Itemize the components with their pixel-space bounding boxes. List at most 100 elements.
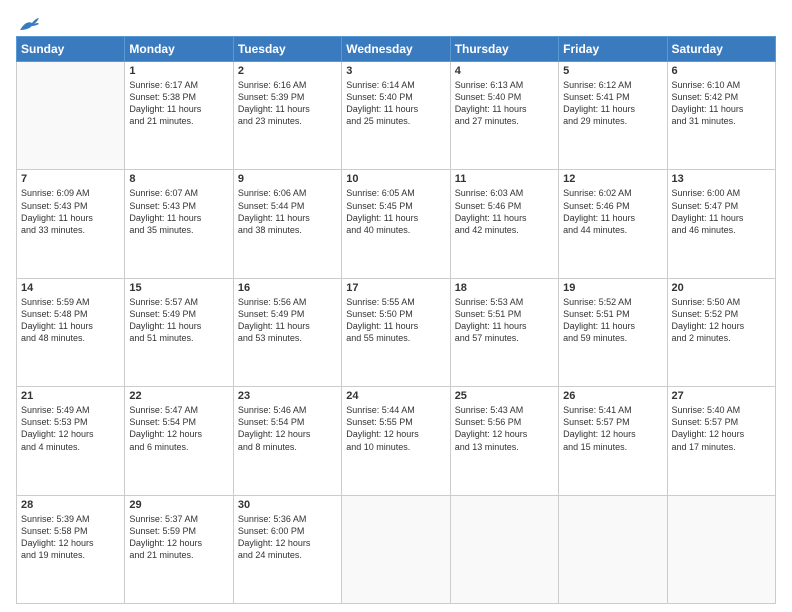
day-number: 9: [238, 173, 337, 185]
cell-info: Sunrise: 6:10 AM Sunset: 5:42 PM Dayligh…: [672, 79, 771, 128]
day-number: 30: [238, 499, 337, 511]
page: SundayMondayTuesdayWednesdayThursdayFrid…: [0, 0, 792, 612]
day-number: 19: [563, 282, 662, 294]
day-number: 22: [129, 390, 228, 402]
cell-info: Sunrise: 5:53 AM Sunset: 5:51 PM Dayligh…: [455, 296, 554, 345]
calendar-cell: 15 Sunrise: 5:57 AM Sunset: 5:49 PM Dayli…: [125, 278, 233, 386]
week-row-3: 21Sunrise: 5:49 AM Sunset: 5:53 PM Dayli…: [17, 387, 776, 495]
cell-info: Sunrise: 5:47 AM Sunset: 5:54 PM Dayligh…: [129, 404, 228, 453]
calendar-cell: 14 Sunrise: 5:59 AM Sunset: 5:48 PM Dayli…: [17, 278, 125, 386]
cell-info: Sunrise: 5:40 AM Sunset: 5:57 PM Dayligh…: [672, 404, 771, 453]
calendar-cell: [342, 495, 450, 603]
day-number: 14: [21, 282, 120, 294]
day-number: 27: [672, 390, 771, 402]
calendar-cell: 6 Sunrise: 6:10 AM Sunset: 5:42 PM Daylig…: [667, 62, 775, 170]
cell-info: Sunrise: 6:05 AM Sunset: 5:45 PM Dayligh…: [346, 187, 445, 236]
calendar-cell: [17, 62, 125, 170]
cell-info: Sunrise: 5:37 AM Sunset: 5:59 PM Dayligh…: [129, 513, 228, 562]
cell-info: Sunrise: 5:50 AM Sunset: 5:52 PM Dayligh…: [672, 296, 771, 345]
calendar-cell: 10 Sunrise: 6:05 AM Sunset: 5:45 PM Dayli…: [342, 170, 450, 278]
cell-info: Sunrise: 6:12 AM Sunset: 5:41 PM Dayligh…: [563, 79, 662, 128]
calendar-cell: 26 Sunrise: 5:41 AM Sunset: 5:57 PM Dayli…: [559, 387, 667, 495]
day-number: 6: [672, 65, 771, 77]
calendar-cell: 30 Sunrise: 5:36 AM Sunset: 6:00 PM Dayli…: [233, 495, 341, 603]
calendar-cell: 24 Sunrise: 5:44 AM Sunset: 5:55 PM Dayli…: [342, 387, 450, 495]
cell-info: Sunrise: 5:55 AM Sunset: 5:50 PM Dayligh…: [346, 296, 445, 345]
calendar-cell: 17 Sunrise: 5:55 AM Sunset: 5:50 PM Dayli…: [342, 278, 450, 386]
cell-info: Sunrise: 5:46 AM Sunset: 5:54 PM Dayligh…: [238, 404, 337, 453]
col-header-thursday: Thursday: [450, 37, 558, 62]
calendar-cell: 27 Sunrise: 5:40 AM Sunset: 5:57 PM Dayli…: [667, 387, 775, 495]
cell-info: Sunrise: 6:13 AM Sunset: 5:40 PM Dayligh…: [455, 79, 554, 128]
cell-info: Sunrise: 5:43 AM Sunset: 5:56 PM Dayligh…: [455, 404, 554, 453]
col-header-monday: Monday: [125, 37, 233, 62]
day-number: 13: [672, 173, 771, 185]
cell-info: Sunrise: 6:03 AM Sunset: 5:46 PM Dayligh…: [455, 187, 554, 236]
calendar-cell: 22 Sunrise: 5:47 AM Sunset: 5:54 PM Dayli…: [125, 387, 233, 495]
cell-info: Sunrise: 5:41 AM Sunset: 5:57 PM Dayligh…: [563, 404, 662, 453]
day-number: 2: [238, 65, 337, 77]
cell-info: Sunrise: 5:57 AM Sunset: 5:49 PM Dayligh…: [129, 296, 228, 345]
calendar-cell: 9 Sunrise: 6:06 AM Sunset: 5:44 PM Daylig…: [233, 170, 341, 278]
calendar-cell: 12 Sunrise: 6:02 AM Sunset: 5:46 PM Dayli…: [559, 170, 667, 278]
calendar-cell: [559, 495, 667, 603]
cell-info: Sunrise: 5:56 AM Sunset: 5:49 PM Dayligh…: [238, 296, 337, 345]
day-number: 17: [346, 282, 445, 294]
cell-info: Sunrise: 6:17 AM Sunset: 5:38 PM Dayligh…: [129, 79, 228, 128]
cell-info: Sunrise: 5:49 AM Sunset: 5:53 PM Dayligh…: [21, 404, 120, 453]
day-number: 11: [455, 173, 554, 185]
calendar-cell: 3Sunrise: 6:14 AM Sunset: 5:40 PM Daylig…: [342, 62, 450, 170]
day-number: 5: [563, 65, 662, 77]
day-number: 24: [346, 390, 445, 402]
calendar-cell: 29Sunrise: 5:37 AM Sunset: 5:59 PM Dayli…: [125, 495, 233, 603]
week-row-1: 7Sunrise: 6:09 AM Sunset: 5:43 PM Daylig…: [17, 170, 776, 278]
cell-info: Sunrise: 5:39 AM Sunset: 5:58 PM Dayligh…: [21, 513, 120, 562]
col-header-saturday: Saturday: [667, 37, 775, 62]
calendar-cell: 25 Sunrise: 5:43 AM Sunset: 5:56 PM Dayli…: [450, 387, 558, 495]
calendar-cell: 19 Sunrise: 5:52 AM Sunset: 5:51 PM Dayli…: [559, 278, 667, 386]
calendar-cell: 8Sunrise: 6:07 AM Sunset: 5:43 PM Daylig…: [125, 170, 233, 278]
col-header-friday: Friday: [559, 37, 667, 62]
day-number: 18: [455, 282, 554, 294]
calendar-cell: 28 Sunrise: 5:39 AM Sunset: 5:58 PM Dayli…: [17, 495, 125, 603]
cell-info: Sunrise: 5:59 AM Sunset: 5:48 PM Dayligh…: [21, 296, 120, 345]
calendar-cell: 18 Sunrise: 5:53 AM Sunset: 5:51 PM Dayli…: [450, 278, 558, 386]
day-number: 12: [563, 173, 662, 185]
calendar-cell: [450, 495, 558, 603]
week-row-2: 14 Sunrise: 5:59 AM Sunset: 5:48 PM Dayli…: [17, 278, 776, 386]
calendar-cell: 2 Sunrise: 6:16 AM Sunset: 5:39 PM Daylig…: [233, 62, 341, 170]
cell-info: Sunrise: 5:52 AM Sunset: 5:51 PM Dayligh…: [563, 296, 662, 345]
day-number: 20: [672, 282, 771, 294]
calendar-header-row: SundayMondayTuesdayWednesdayThursdayFrid…: [17, 37, 776, 62]
cell-info: Sunrise: 5:36 AM Sunset: 6:00 PM Dayligh…: [238, 513, 337, 562]
week-row-4: 28 Sunrise: 5:39 AM Sunset: 5:58 PM Dayli…: [17, 495, 776, 603]
calendar-cell: 13 Sunrise: 6:00 AM Sunset: 5:47 PM Dayli…: [667, 170, 775, 278]
calendar-cell: 7Sunrise: 6:09 AM Sunset: 5:43 PM Daylig…: [17, 170, 125, 278]
calendar-cell: 16 Sunrise: 5:56 AM Sunset: 5:49 PM Dayli…: [233, 278, 341, 386]
cell-info: Sunrise: 5:44 AM Sunset: 5:55 PM Dayligh…: [346, 404, 445, 453]
day-number: 10: [346, 173, 445, 185]
calendar-cell: 20 Sunrise: 5:50 AM Sunset: 5:52 PM Dayli…: [667, 278, 775, 386]
calendar-cell: 1 Sunrise: 6:17 AM Sunset: 5:38 PM Daylig…: [125, 62, 233, 170]
col-header-wednesday: Wednesday: [342, 37, 450, 62]
day-number: 1: [129, 65, 228, 77]
day-number: 26: [563, 390, 662, 402]
cell-info: Sunrise: 6:06 AM Sunset: 5:44 PM Dayligh…: [238, 187, 337, 236]
cell-info: Sunrise: 6:02 AM Sunset: 5:46 PM Dayligh…: [563, 187, 662, 236]
calendar-cell: 4Sunrise: 6:13 AM Sunset: 5:40 PM Daylig…: [450, 62, 558, 170]
day-number: 16: [238, 282, 337, 294]
logo-bird-icon: [18, 16, 40, 34]
calendar-cell: [667, 495, 775, 603]
logo: [16, 16, 40, 30]
day-number: 8: [129, 173, 228, 185]
day-number: 3: [346, 65, 445, 77]
cell-info: Sunrise: 6:00 AM Sunset: 5:47 PM Dayligh…: [672, 187, 771, 236]
calendar-cell: 11 Sunrise: 6:03 AM Sunset: 5:46 PM Dayli…: [450, 170, 558, 278]
calendar-cell: 23Sunrise: 5:46 AM Sunset: 5:54 PM Dayli…: [233, 387, 341, 495]
day-number: 28: [21, 499, 120, 511]
day-number: 25: [455, 390, 554, 402]
calendar-cell: 5 Sunrise: 6:12 AM Sunset: 5:41 PM Daylig…: [559, 62, 667, 170]
calendar-table: SundayMondayTuesdayWednesdayThursdayFrid…: [16, 36, 776, 604]
cell-info: Sunrise: 6:16 AM Sunset: 5:39 PM Dayligh…: [238, 79, 337, 128]
day-number: 15: [129, 282, 228, 294]
